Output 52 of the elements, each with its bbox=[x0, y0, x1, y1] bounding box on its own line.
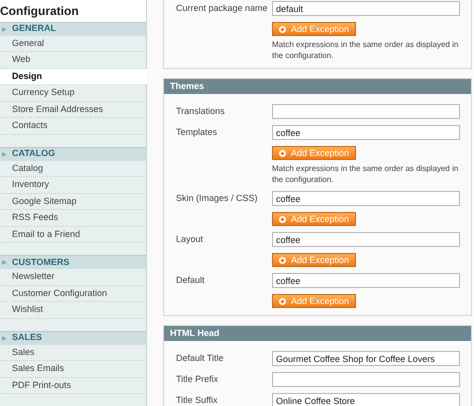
hint-text: Match expressions in the same order as displayed in the configuration. bbox=[272, 163, 460, 185]
triangle-icon bbox=[2, 152, 7, 156]
sidebar-item[interactable]: Contacts bbox=[0, 118, 146, 134]
field-label: Translations bbox=[175, 105, 226, 118]
field-label: Default Title bbox=[175, 352, 225, 365]
input-field[interactable] bbox=[272, 104, 460, 119]
sidebar-item[interactable]: Store Email Addresses bbox=[0, 102, 146, 118]
triangle-icon bbox=[2, 26, 7, 32]
field-label: Title Prefix bbox=[175, 373, 220, 386]
sidebar-item[interactable]: Newsletter bbox=[0, 269, 146, 286]
sidebar-item[interactable]: PDF Print-outs bbox=[0, 378, 146, 394]
triangle-icon bbox=[2, 336, 7, 340]
sidebar-item[interactable]: Design bbox=[0, 68, 147, 85]
section-title: Themes bbox=[170, 80, 204, 93]
sidebar-item[interactable]: Catalog bbox=[0, 160, 146, 177]
field-label: Skin (Images / CSS) bbox=[175, 192, 259, 205]
sidebar-item[interactable]: Currency Setup bbox=[0, 85, 146, 102]
plus-icon bbox=[279, 296, 286, 306]
sidebar-item[interactable]: Customer Configuration bbox=[0, 286, 146, 302]
input-field[interactable]: default bbox=[272, 1, 460, 16]
plus-icon bbox=[279, 256, 286, 264]
sidebar-item[interactable]: RSS Feeds bbox=[0, 210, 146, 226]
input-field[interactable] bbox=[272, 372, 460, 387]
plus-icon bbox=[279, 214, 286, 224]
field-label: Title Suffix bbox=[175, 394, 219, 406]
sidebar-item[interactable]: Wishlist bbox=[0, 302, 146, 318]
section-header[interactable]: CUSTOMERS bbox=[0, 255, 146, 269]
triangle-icon bbox=[2, 260, 7, 265]
input-field[interactable]: Gourmet Coffee Shop for Coffee Lovers bbox=[272, 351, 460, 366]
field-label: Layout bbox=[175, 233, 204, 246]
sidebar-item[interactable]: Inventory bbox=[0, 177, 146, 194]
input-field[interactable]: coffee bbox=[272, 273, 460, 288]
field-label: Default bbox=[175, 274, 206, 287]
hint-text: Match expressions in the same order as displayed in the configuration. bbox=[272, 39, 460, 61]
input-field[interactable]: coffee bbox=[272, 191, 460, 206]
input-field[interactable]: coffee bbox=[272, 232, 460, 247]
plus-icon bbox=[279, 24, 286, 34]
sidebar-item[interactable]: Email to a Friend bbox=[0, 226, 146, 243]
sidebar-item[interactable]: Google Sitemap bbox=[0, 194, 146, 210]
sidebar-title: Configuration bbox=[0, 2, 79, 20]
section-title: HTML Head bbox=[170, 326, 220, 340]
plus-icon bbox=[279, 148, 286, 158]
sidebar-item[interactable]: Sales Emails bbox=[0, 361, 146, 378]
sidebar-item[interactable]: General bbox=[0, 36, 146, 52]
field-label: Templates bbox=[175, 126, 218, 139]
input-field[interactable]: coffee bbox=[272, 125, 460, 140]
section-header[interactable]: GENERAL bbox=[0, 22, 146, 36]
sidebar-item[interactable]: Sales bbox=[0, 344, 146, 361]
input-field[interactable]: Online Coffee Store bbox=[272, 393, 460, 406]
section-header[interactable]: CATALOG bbox=[0, 146, 146, 160]
section-header[interactable]: SALES bbox=[0, 330, 146, 344]
field-label: Current package name bbox=[175, 2, 269, 15]
